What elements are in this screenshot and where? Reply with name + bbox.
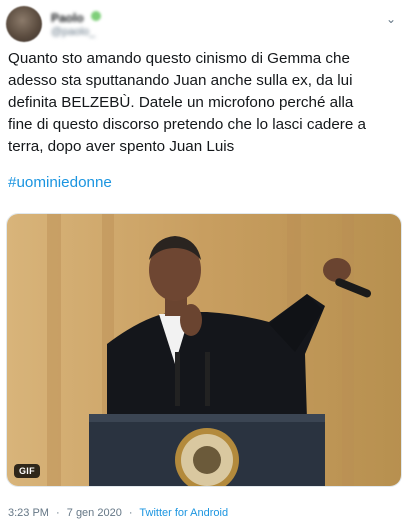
author-name[interactable]: Paolo [51,11,84,25]
footer-separator-2: · [128,507,133,519]
tweet-text: Quanto sto amando questo cinismo di Gemm… [8,50,366,155]
footer-separator: · [56,507,60,519]
verified-icon [91,11,101,21]
author-handle[interactable]: @paolo_ [51,26,95,38]
gif-badge: GIF [14,464,40,478]
hashtag-link[interactable]: #uominiedonne [8,172,112,194]
tweet-source-link[interactable]: Twitter for Android [139,507,228,519]
tweet-footer: 3:23 PM · 7 gen 2020 · Twitter for Andro… [8,507,228,520]
gif-image [7,214,401,486]
tweet-media[interactable]: GIF [6,213,402,487]
author-block[interactable]: Paolo @paolo_ [51,10,351,40]
chevron-down-icon[interactable]: ⌄ [384,12,398,26]
tweet-time[interactable]: 3:23 PM [8,507,49,519]
tweet-date[interactable]: 7 gen 2020 [67,507,122,519]
tweet-header: Paolo @paolo_ ⌄ [6,6,402,42]
avatar[interactable] [6,6,42,42]
